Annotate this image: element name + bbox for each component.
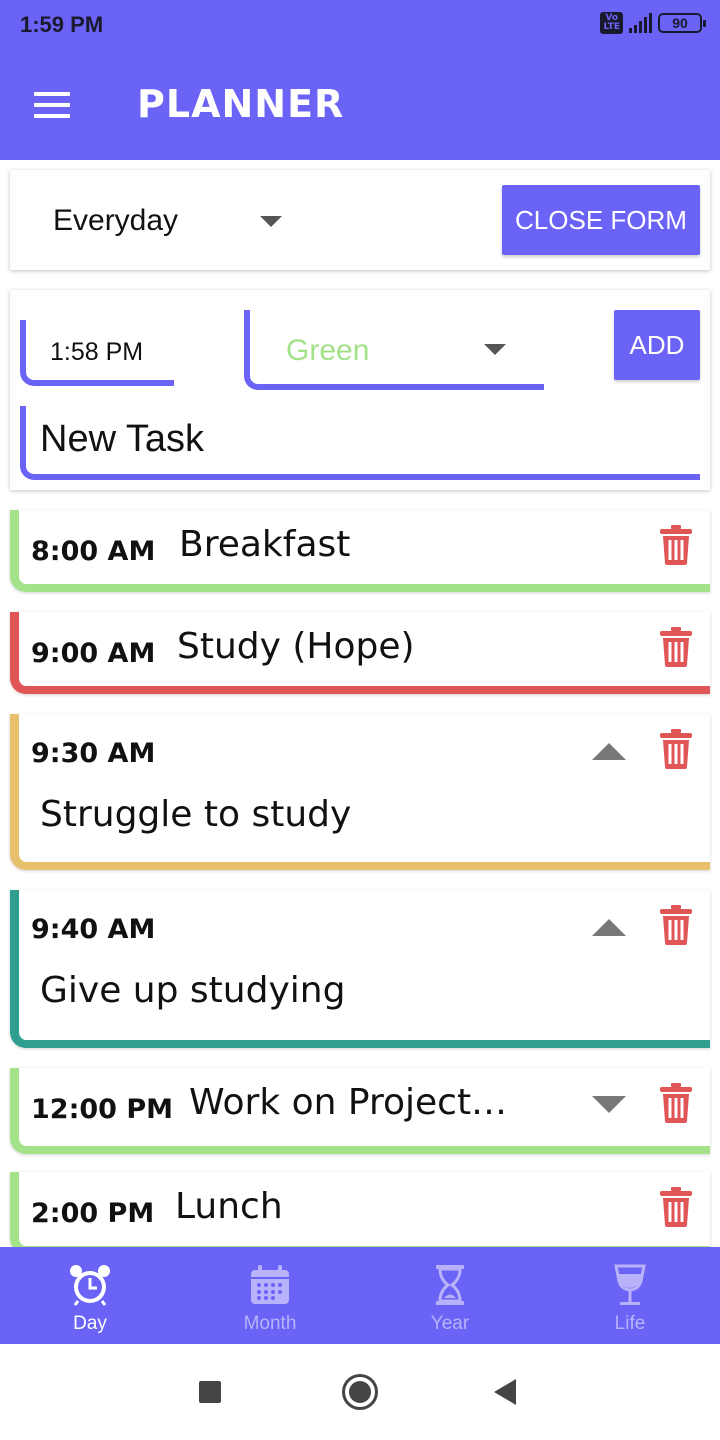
nav-month[interactable]: Month xyxy=(180,1247,360,1344)
trash-icon[interactable] xyxy=(660,904,692,946)
app-bar: 1:59 PM Vo LTE 90 PLANNER xyxy=(0,0,720,160)
task-description: Struggle to study xyxy=(40,794,352,835)
task-form: 1:58 PM Green ADD New Task xyxy=(10,290,710,490)
task-item[interactable]: 8:00 AM Breakfast xyxy=(10,510,710,592)
task-time: 12:00 PM xyxy=(31,1094,174,1125)
page-title: PLANNER xyxy=(137,82,345,126)
nav-life[interactable]: Life xyxy=(540,1247,720,1344)
signal-icon xyxy=(629,13,652,33)
status-icons: Vo LTE 90 xyxy=(600,12,706,34)
bottom-nav: Day Month Year Life xyxy=(0,1247,720,1344)
trash-icon[interactable] xyxy=(660,626,692,668)
task-time: 8:00 AM xyxy=(31,536,156,567)
task-description: Give up studying xyxy=(40,970,346,1011)
task-time: 9:00 AM xyxy=(31,638,156,669)
task-item[interactable]: 9:00 AM Study (Hope) xyxy=(10,612,710,694)
hourglass-icon xyxy=(436,1265,464,1305)
nav-label: Day xyxy=(73,1313,107,1334)
trash-icon[interactable] xyxy=(660,728,692,770)
battery-icon: 90 xyxy=(658,13,706,33)
task-item[interactable]: 9:30 AM Struggle to study xyxy=(10,714,710,870)
task-time: 9:40 AM xyxy=(31,914,156,945)
recent-apps-icon[interactable] xyxy=(199,1381,221,1403)
collapse-arrow-icon[interactable] xyxy=(592,919,626,936)
task-item[interactable]: 12:00 PM Work on Project… xyxy=(10,1068,710,1154)
filter-card: Everyday CLOSE FORM xyxy=(10,170,710,270)
system-nav-bar xyxy=(0,1344,720,1440)
nav-label: Month xyxy=(243,1313,297,1334)
task-input[interactable]: New Task xyxy=(20,406,700,480)
time-field[interactable]: 1:58 PM xyxy=(20,320,174,386)
nav-year[interactable]: Year xyxy=(360,1247,540,1344)
calendar-icon xyxy=(251,1265,289,1304)
collapse-arrow-icon[interactable] xyxy=(592,743,626,760)
chevron-down-icon[interactable] xyxy=(484,344,506,355)
task-title: Study (Hope) xyxy=(177,626,415,667)
alarm-clock-icon xyxy=(70,1265,110,1306)
add-button[interactable]: ADD xyxy=(614,310,700,380)
nav-label: Life xyxy=(614,1313,646,1334)
time-value: 1:58 PM xyxy=(50,338,144,366)
trash-icon[interactable] xyxy=(660,1082,692,1124)
back-icon[interactable] xyxy=(494,1379,516,1405)
status-time: 1:59 PM xyxy=(20,12,104,37)
nav-day[interactable]: Day xyxy=(0,1247,180,1344)
color-select[interactable]: Green xyxy=(244,310,544,390)
expand-arrow-icon[interactable] xyxy=(592,1096,626,1113)
task-item[interactable]: 9:40 AM Give up studying xyxy=(10,890,710,1048)
task-input-value: New Task xyxy=(40,418,205,460)
task-title: Work on Project… xyxy=(189,1082,508,1123)
task-title: Lunch xyxy=(175,1186,283,1227)
trash-icon[interactable] xyxy=(660,524,692,566)
wine-glass-icon xyxy=(614,1264,646,1305)
task-time: 9:30 AM xyxy=(31,738,156,769)
task-title: Breakfast xyxy=(179,524,351,565)
menu-icon[interactable] xyxy=(34,92,70,118)
volte-icon: Vo LTE xyxy=(600,12,623,34)
task-time: 2:00 PM xyxy=(31,1198,155,1229)
trash-icon[interactable] xyxy=(660,1186,692,1228)
nav-label: Year xyxy=(430,1313,470,1334)
home-icon[interactable] xyxy=(342,1374,378,1410)
task-item[interactable]: 2:00 PM Lunch xyxy=(10,1172,710,1254)
close-form-button[interactable]: CLOSE FORM xyxy=(502,185,700,255)
frequency-select[interactable]: Everyday xyxy=(53,204,178,238)
chevron-down-icon[interactable] xyxy=(260,216,282,227)
color-value: Green xyxy=(286,334,370,367)
